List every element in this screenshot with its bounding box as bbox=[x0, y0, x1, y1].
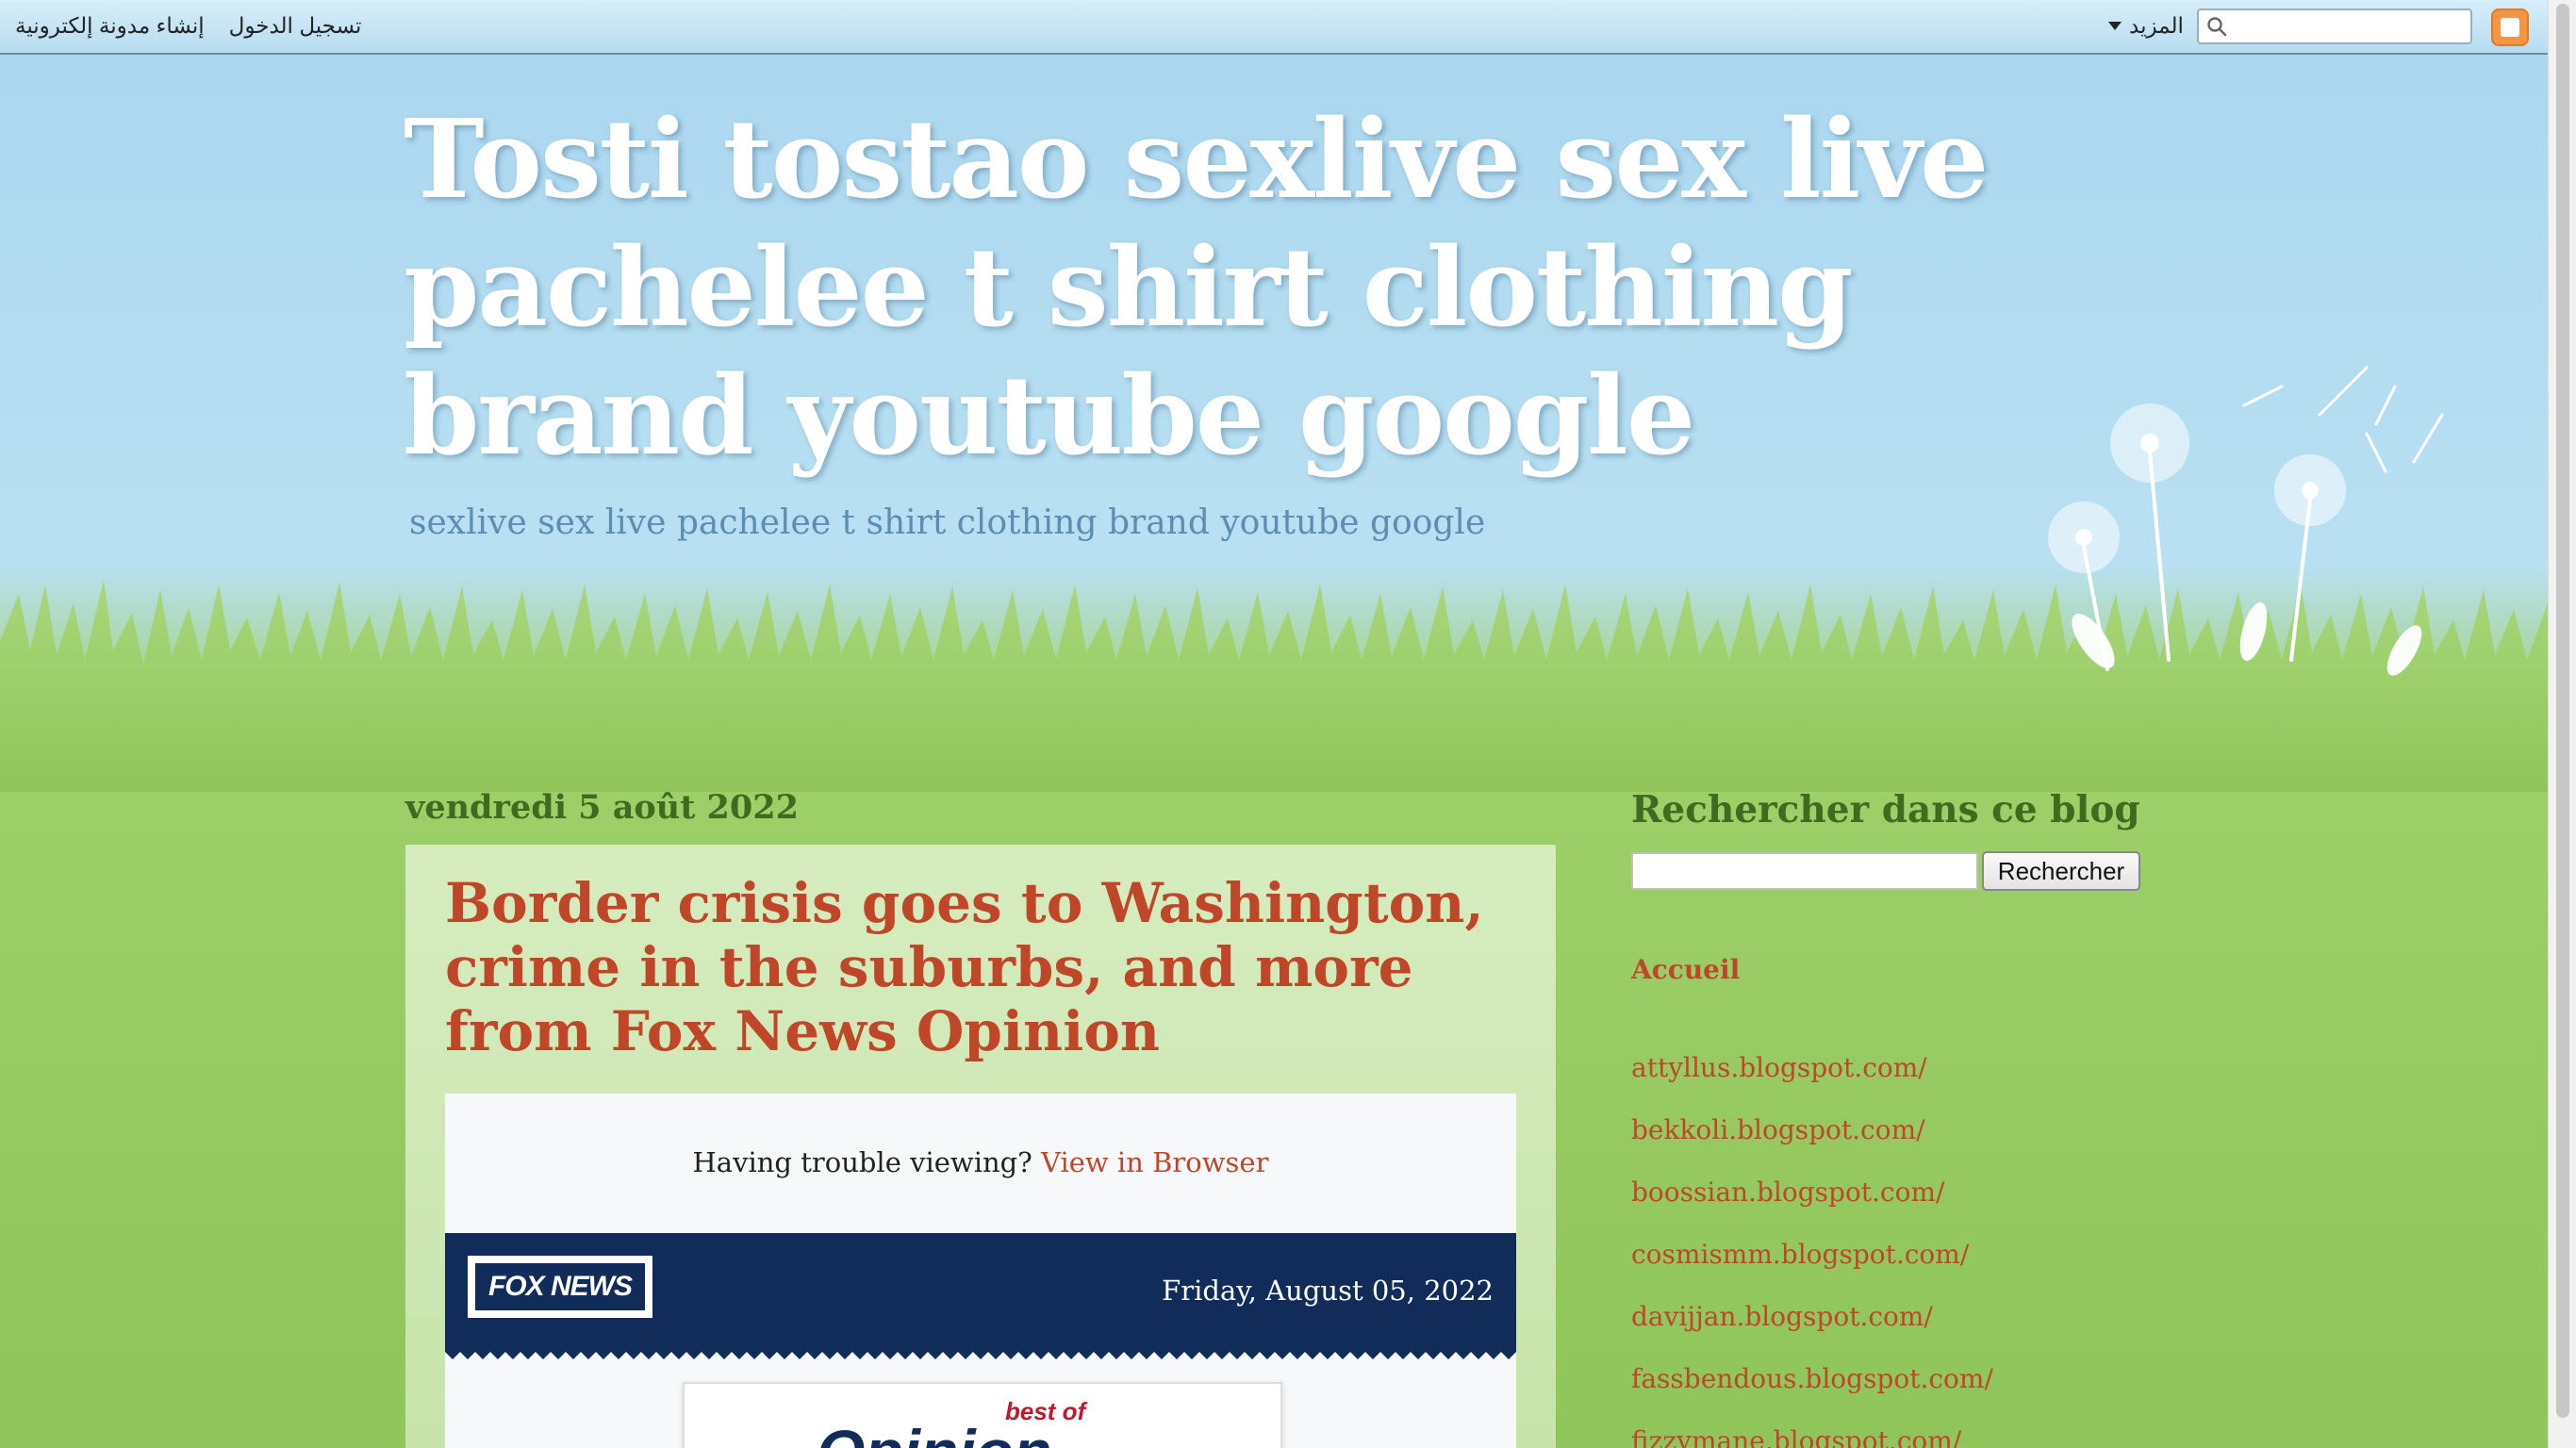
navbar-search-input[interactable] bbox=[2197, 8, 2472, 44]
dandelion-illustration bbox=[2048, 366, 2444, 676]
search-icon bbox=[2207, 17, 2227, 37]
blog-search-button[interactable]: Rechercher bbox=[1982, 851, 2140, 891]
create-blog-link[interactable]: إنشاء مدونة إلكترونية bbox=[15, 13, 205, 39]
best-of-opinion-banner[interactable]: best of Opinion bbox=[683, 1382, 1282, 1448]
sidebar-search-title: Rechercher dans ce blog bbox=[1631, 788, 2140, 831]
fox-news-logo-text: FOX NEWS bbox=[475, 1263, 645, 1310]
blog-description: sexlive sex live pachelee t shirt clothi… bbox=[409, 503, 1486, 542]
list-item: fassbendous.blogspot.com/ bbox=[1631, 1363, 1993, 1425]
banner-zigzag-edge bbox=[445, 1348, 1516, 1359]
list-item: davijjan.blogspot.com/ bbox=[1631, 1301, 1993, 1363]
more-menu-button[interactable]: المزيد bbox=[2108, 13, 2184, 39]
sign-in-link[interactable]: تسجيل الدخول bbox=[229, 13, 362, 39]
home-link[interactable]: Accueil bbox=[1631, 954, 1740, 985]
scrollbar-thumb[interactable] bbox=[2556, 4, 2569, 1418]
blog-title[interactable]: Tosti tostao sexlive sex live pachelee t… bbox=[404, 96, 2006, 481]
sidebar-link[interactable]: cosmismm.blogspot.com/ bbox=[1631, 1239, 1969, 1270]
fox-news-banner: FOX NEWS Friday, August 05, 2022 bbox=[445, 1233, 1516, 1352]
sidebar-link[interactable]: fizzymane.blogspot.com/ bbox=[1631, 1425, 1961, 1448]
opinion-wordmark: Opinion bbox=[817, 1416, 1051, 1448]
post-title[interactable]: Border crisis goes to Washington, crime … bbox=[445, 871, 1529, 1063]
navbar-links: تسجيل الدخول إنشاء مدونة إلكترونية bbox=[15, 13, 361, 39]
list-item: fizzymane.blogspot.com/ bbox=[1631, 1425, 1993, 1448]
sidebar-link[interactable]: davijjan.blogspot.com/ bbox=[1631, 1301, 1933, 1332]
page-scrollbar[interactable] bbox=[2548, 0, 2576, 1448]
blogger-navbar: تسجيل الدخول إنشاء مدونة إلكترونية المزي… bbox=[0, 0, 2548, 55]
view-in-browser-line: Having trouble viewing? View in Browser bbox=[445, 1146, 1516, 1178]
list-item: boossian.blogspot.com/ bbox=[1631, 1176, 1993, 1239]
blogger-logo-icon[interactable] bbox=[2491, 8, 2529, 46]
post-date-header: vendredi 5 août 2022 bbox=[405, 788, 799, 827]
list-item: cosmismm.blogspot.com/ bbox=[1631, 1239, 1993, 1301]
chevron-down-icon bbox=[2108, 22, 2122, 30]
view-in-browser-link[interactable]: View in Browser bbox=[1041, 1146, 1268, 1178]
sidebar-link[interactable]: attyllus.blogspot.com/ bbox=[1631, 1052, 1927, 1083]
sidebar-link[interactable]: fassbendous.blogspot.com/ bbox=[1631, 1363, 1993, 1394]
newsletter-date: Friday, August 05, 2022 bbox=[1162, 1275, 1494, 1307]
email-content: Having trouble viewing? View in Browser … bbox=[445, 1094, 1516, 1448]
trouble-viewing-text: Having trouble viewing? bbox=[692, 1146, 1032, 1178]
list-item: bekkoli.blogspot.com/ bbox=[1631, 1114, 1993, 1176]
sidebar-link[interactable]: bekkoli.blogspot.com/ bbox=[1631, 1114, 1925, 1145]
sidebar-link[interactable]: boossian.blogspot.com/ bbox=[1631, 1176, 1944, 1208]
sidebar-link-list: attyllus.blogspot.com/ bekkoli.blogspot.… bbox=[1631, 1052, 1993, 1448]
list-item: attyllus.blogspot.com/ bbox=[1631, 1052, 1993, 1114]
fox-news-logo[interactable]: FOX NEWS bbox=[468, 1256, 652, 1318]
blog-search-input[interactable] bbox=[1631, 852, 1978, 890]
more-menu-label: المزيد bbox=[2129, 13, 2184, 38]
